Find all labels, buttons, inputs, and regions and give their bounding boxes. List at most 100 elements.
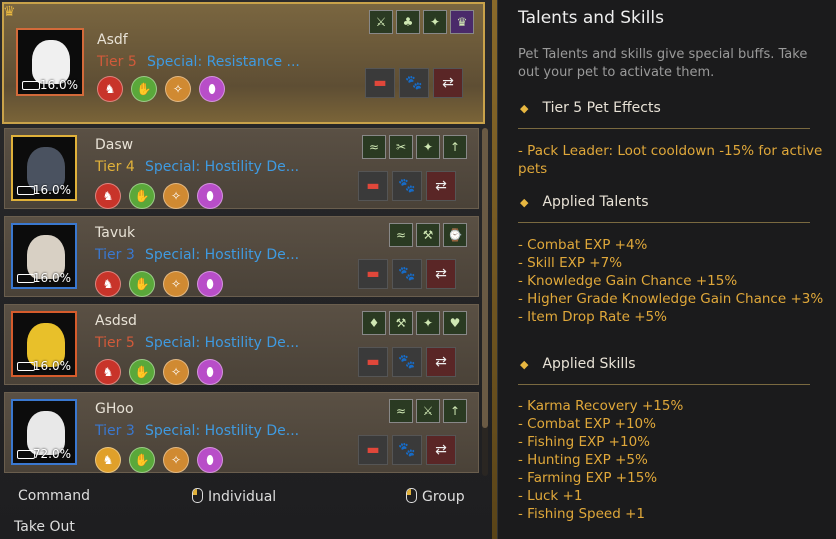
panel-description: Pet Talents and skills give special buff…: [518, 47, 808, 80]
individual-label: Individual: [208, 489, 277, 505]
follow-icon[interactable]: ♞: [95, 183, 121, 209]
skill-icon[interactable]: ⚔: [416, 399, 440, 423]
command-label: Command: [18, 488, 90, 504]
feed-bowl-button[interactable]: ▬: [358, 171, 388, 201]
effect-line: - Knowledge Gain Chance +15%: [518, 273, 738, 289]
scrollbar-thumb[interactable]: [482, 128, 488, 428]
skill-icon[interactable]: ⚒: [416, 223, 440, 247]
skill-icon[interactable]: ↑: [443, 399, 467, 423]
skill-icon[interactable]: ♣: [396, 10, 420, 34]
pet-special: Special: Resistance ...: [147, 54, 300, 70]
skill-icon[interactable]: ≈: [389, 223, 413, 247]
skill-icon[interactable]: ✦: [416, 311, 440, 335]
effect-line: - Fishing EXP +10%: [518, 434, 650, 450]
skill-icon[interactable]: ✧: [163, 447, 189, 473]
section-divider: [518, 128, 810, 129]
pet-name: Tavuk: [95, 225, 136, 241]
item-icon[interactable]: ⬮: [197, 359, 223, 385]
pet-action-circles: ♞ ✋ ✧ ⬮: [97, 76, 225, 102]
skill-icon[interactable]: ✧: [163, 183, 189, 209]
pet-special: Special: Hostility De...: [145, 335, 300, 351]
gather-icon[interactable]: ✋: [129, 447, 155, 473]
follow-icon[interactable]: ♞: [95, 359, 121, 385]
feed-bowl-button[interactable]: ▬: [358, 435, 388, 465]
skill-icon[interactable]: ♥: [443, 311, 467, 335]
skill-icon[interactable]: ♦: [362, 311, 386, 335]
pet-skill-icons: ≈ ✂ ✦ ↑: [362, 135, 467, 159]
paw-button[interactable]: 🐾: [399, 68, 429, 98]
feed-bowl-button[interactable]: ▬: [365, 68, 395, 98]
item-icon[interactable]: ⬮: [197, 183, 223, 209]
exchange-button[interactable]: ⇄: [426, 171, 456, 201]
pet-skill-icons: ≈ ⚒ ⌚: [389, 223, 467, 247]
hunger-percent: 16.0%: [32, 359, 71, 373]
skill-icon[interactable]: ♛: [450, 10, 474, 34]
gather-icon[interactable]: ✋: [129, 271, 155, 297]
item-icon[interactable]: ⬮: [197, 447, 223, 473]
effect-line: - Higher Grade Knowledge Gain Chance +3%: [518, 291, 824, 307]
exchange-button[interactable]: ⇄: [426, 347, 456, 377]
pet-actions: ▬ 🐾 ⇄: [358, 171, 456, 201]
skill-icon[interactable]: ✧: [163, 359, 189, 385]
follow-icon[interactable]: ♞: [95, 447, 121, 473]
skill-icon[interactable]: ✂: [389, 135, 413, 159]
pet-tier: Tier 4: [95, 159, 135, 175]
exchange-button[interactable]: ⇄: [426, 259, 456, 289]
pet-card[interactable]: 16.0% Asdf Tier 5 Special: Resistance ..…: [2, 2, 485, 124]
paw-button[interactable]: 🐾: [392, 347, 422, 377]
feed-icon: [22, 81, 40, 90]
skill-icon[interactable]: ⚒: [389, 311, 413, 335]
pet-name: Dasw: [95, 137, 134, 153]
take-out-button[interactable]: Take Out: [14, 519, 75, 535]
pet-card[interactable]: 16.0% Asdsd Tier 5 Special: Hostility De…: [4, 304, 479, 385]
exchange-button[interactable]: ⇄: [426, 435, 456, 465]
individual-control[interactable]: Individual: [192, 488, 276, 505]
exchange-button[interactable]: ⇄: [433, 68, 463, 98]
pet-action-circles: ♞ ✋ ✧ ⬮: [95, 447, 223, 473]
feed-bowl-button[interactable]: ▬: [358, 259, 388, 289]
follow-icon[interactable]: ♞: [97, 76, 123, 102]
pet-card[interactable]: 72.0% GHoo Tier 3 Special: Hostility De.…: [4, 392, 479, 473]
skill-icon[interactable]: ✧: [165, 76, 191, 102]
section-heading: ◆ Applied Skills: [520, 356, 636, 372]
diamond-icon: ◆: [520, 358, 529, 371]
skill-icon[interactable]: ✦: [423, 10, 447, 34]
item-icon[interactable]: ⬮: [199, 76, 225, 102]
section-lines: - Combat EXP +4% - Skill EXP +7% - Knowled…: [518, 236, 828, 326]
skill-icon[interactable]: ✦: [416, 135, 440, 159]
paw-button[interactable]: 🐾: [392, 171, 422, 201]
effect-line: - Item Drop Rate +5%: [518, 309, 667, 325]
skill-icon[interactable]: ✧: [163, 271, 189, 297]
diamond-icon: ◆: [520, 102, 529, 115]
feed-bowl-button[interactable]: ▬: [358, 347, 388, 377]
group-control[interactable]: Group: [406, 488, 465, 505]
paw-button[interactable]: 🐾: [392, 435, 422, 465]
pet-tier: Tier 3: [95, 247, 135, 263]
effect-line: - Pack Leader: Loot cooldown -15% for ac…: [518, 143, 823, 177]
pet-actions: ▬ 🐾 ⇄: [358, 347, 456, 377]
pet-tier: Tier 5: [97, 54, 137, 70]
skill-icon[interactable]: ⌚: [443, 223, 467, 247]
pet-skill-icons: ≈ ⚔ ↑: [389, 399, 467, 423]
skill-icon[interactable]: ≈: [389, 399, 413, 423]
pet-portrait: 16.0%: [11, 223, 77, 289]
bottom-bar: Command Individual Group Take Out: [0, 480, 492, 539]
paw-button[interactable]: 🐾: [392, 259, 422, 289]
pet-portrait: 72.0%: [11, 399, 77, 465]
pet-card[interactable]: 16.0% Dasw Tier 4 Special: Hostility De.…: [4, 128, 479, 209]
pet-card[interactable]: 16.0% Tavuk Tier 3 Special: Hostility De…: [4, 216, 479, 297]
group-label: Group: [422, 489, 465, 505]
gather-icon[interactable]: ✋: [131, 76, 157, 102]
section-heading-label: Tier 5 Pet Effects: [542, 100, 661, 116]
section-lines: - Pack Leader: Loot cooldown -15% for ac…: [518, 142, 828, 178]
skill-icon[interactable]: ↑: [443, 135, 467, 159]
mouse-icon: [406, 488, 417, 503]
gather-icon[interactable]: ✋: [129, 183, 155, 209]
item-icon[interactable]: ⬮: [197, 271, 223, 297]
follow-icon[interactable]: ♞: [95, 271, 121, 297]
skill-icon[interactable]: ⚔: [369, 10, 393, 34]
gather-icon[interactable]: ✋: [129, 359, 155, 385]
skill-icon[interactable]: ≈: [362, 135, 386, 159]
effect-line: - Combat EXP +10%: [518, 416, 656, 432]
effect-line: - Luck +1: [518, 488, 583, 504]
